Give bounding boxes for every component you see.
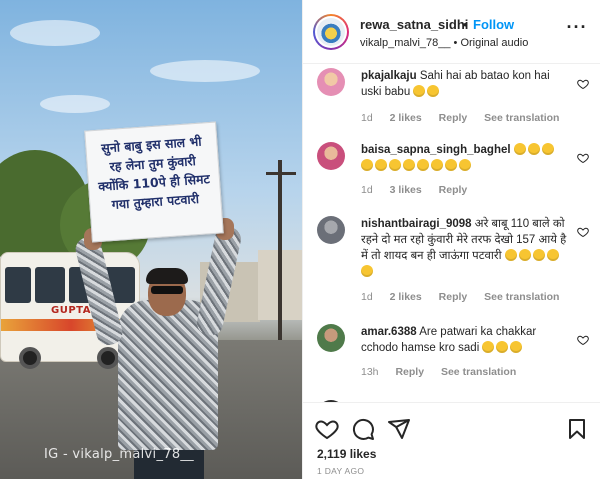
post-sidebar: rewa_satna_sidhi • Follow vikalp_malvi_7… bbox=[302, 0, 600, 479]
laughing-emoji-icon bbox=[532, 249, 545, 261]
reply-button[interactable]: Reply bbox=[395, 366, 424, 378]
comments-list[interactable]: pkajalkaju Sahi hai ab batao kon hai usk… bbox=[303, 64, 600, 402]
comment-body: pkajalkaju Sahi hai ab batao kon hai usk… bbox=[361, 68, 573, 100]
bus-wheel bbox=[19, 347, 41, 369]
comment-body: baisa_sapna_singh_baghel bbox=[361, 142, 573, 174]
comment-likes[interactable]: 2 likes bbox=[390, 291, 422, 303]
post-header: rewa_satna_sidhi • Follow vikalp_malvi_7… bbox=[303, 0, 600, 64]
smiling-emoji-icon bbox=[482, 341, 495, 353]
commenter-avatar[interactable] bbox=[317, 142, 345, 170]
utility-pole bbox=[278, 160, 282, 360]
comment-username[interactable]: baisa_sapna_singh_baghel bbox=[361, 144, 511, 156]
comment-likes[interactable]: 3 likes bbox=[390, 184, 422, 196]
emoji-group bbox=[513, 143, 556, 156]
emoji-group bbox=[413, 85, 441, 98]
comment-time: 13h bbox=[361, 366, 379, 378]
laughing-emoji-icon bbox=[417, 159, 429, 171]
comment-time: 1d bbox=[361, 112, 373, 124]
laughing-emoji-icon bbox=[389, 159, 401, 171]
laughing-emoji-icon bbox=[361, 159, 373, 171]
smiling-emoji-icon bbox=[510, 341, 523, 353]
see-translation-button[interactable]: See translation bbox=[484, 291, 559, 303]
avatar-image bbox=[317, 18, 345, 46]
laughing-emoji-icon bbox=[459, 159, 471, 171]
comment-meta: 1d 2 likes Reply See translation bbox=[361, 291, 573, 303]
smiling-emoji-icon bbox=[496, 341, 509, 353]
cloud bbox=[40, 95, 110, 113]
commenter-avatar[interactable] bbox=[317, 68, 345, 96]
commenter-avatar[interactable] bbox=[317, 216, 345, 244]
laughing-emoji-icon bbox=[518, 249, 531, 261]
laughing-emoji-icon bbox=[413, 85, 426, 97]
comment-meta: 1d 3 likes Reply bbox=[361, 184, 481, 196]
comment-time: 1d bbox=[361, 291, 373, 303]
comment-meta: 13h Reply See translation bbox=[361, 366, 530, 378]
author-avatar[interactable] bbox=[313, 14, 349, 50]
laughing-emoji-icon bbox=[427, 85, 440, 97]
post-date[interactable]: 1 DAY AGO bbox=[317, 466, 364, 476]
emoji-group bbox=[482, 341, 524, 354]
bus-window bbox=[5, 267, 31, 303]
see-translation-button[interactable]: See translation bbox=[441, 366, 516, 378]
comment-username[interactable]: pkajalkaju bbox=[361, 70, 417, 82]
commenter-avatar[interactable] bbox=[317, 324, 345, 352]
laughing-emoji-icon bbox=[527, 143, 540, 155]
comment: nishantbairagi_9098 अरे बाबू 110 बाले को… bbox=[303, 216, 600, 312]
laughing-emoji-icon bbox=[375, 159, 387, 171]
comment-username[interactable]: amar.6388 bbox=[361, 326, 417, 338]
bus-brand: GUPTA bbox=[51, 305, 91, 316]
comment-time: 1d bbox=[361, 184, 373, 196]
comment-username[interactable]: nishantbairagi_9098 bbox=[361, 218, 472, 230]
laughing-emoji-icon bbox=[541, 143, 554, 155]
audio-line[interactable]: vikalp_malvi_78__ • Original audio bbox=[360, 37, 528, 49]
heart-icon[interactable] bbox=[315, 417, 339, 441]
cloud bbox=[10, 20, 100, 46]
reply-button[interactable]: Reply bbox=[439, 291, 468, 303]
laughing-emoji-icon bbox=[361, 265, 373, 277]
follow-button[interactable]: Follow bbox=[473, 17, 514, 32]
person-hair bbox=[146, 268, 188, 284]
bus-wheel bbox=[97, 347, 119, 369]
comment: pkajalkaju Sahi hai ab batao kon hai usk… bbox=[303, 68, 600, 130]
comment-icon[interactable] bbox=[351, 417, 375, 441]
comment: baisa_sapna_singh_baghel 1d 3 likes Repl… bbox=[303, 142, 600, 202]
comment-body: nishantbairagi_9098 अरे बाबू 110 बाले को… bbox=[361, 216, 573, 280]
see-translation-button[interactable]: See translation bbox=[484, 112, 559, 124]
post-photo[interactable]: GUPTA सुनो बाबु इस साल भी रह लेना तुम कु… bbox=[0, 0, 302, 479]
laughing-emoji-icon bbox=[445, 159, 457, 171]
sunglasses bbox=[151, 286, 183, 294]
comment-like-heart-icon[interactable] bbox=[577, 152, 589, 164]
more-options-icon[interactable]: ··· bbox=[565, 18, 589, 42]
laughing-emoji-icon bbox=[403, 159, 415, 171]
author-username[interactable]: rewa_satna_sidhi bbox=[360, 17, 468, 32]
utility-pole-bar bbox=[266, 172, 296, 175]
laughing-emoji-icon bbox=[513, 143, 526, 155]
comment-meta: 1d 2 likes Reply See translation bbox=[361, 112, 573, 124]
comment-like-heart-icon[interactable] bbox=[577, 226, 589, 238]
comment: amar.6388 Are patwari ka chakkar cchodo … bbox=[303, 324, 600, 388]
separator-dot: • bbox=[463, 17, 468, 32]
comment-likes[interactable]: 2 likes bbox=[390, 112, 422, 124]
comment-body: amar.6388 Are patwari ka chakkar cchodo … bbox=[361, 324, 573, 356]
bus-window bbox=[35, 267, 65, 303]
emoji-group bbox=[361, 159, 473, 172]
laughing-emoji-icon bbox=[546, 249, 559, 261]
comment-like-heart-icon[interactable] bbox=[577, 78, 589, 90]
reply-button[interactable]: Reply bbox=[439, 184, 468, 196]
comment-like-heart-icon[interactable] bbox=[577, 334, 589, 346]
bookmark-icon[interactable] bbox=[565, 417, 589, 441]
laughing-emoji-icon bbox=[504, 249, 517, 261]
reply-button[interactable]: Reply bbox=[439, 112, 468, 124]
likes-count[interactable]: 2,119 likes bbox=[317, 447, 376, 461]
send-icon[interactable] bbox=[387, 417, 411, 441]
watermark: IG - vikalp_malvi_78__ bbox=[44, 447, 194, 462]
avatar-ring bbox=[315, 16, 347, 48]
cloud bbox=[150, 60, 260, 82]
laughing-emoji-icon bbox=[431, 159, 443, 171]
placard: सुनो बाबु इस साल भी रह लेना तुम कुंवारी … bbox=[84, 121, 224, 243]
